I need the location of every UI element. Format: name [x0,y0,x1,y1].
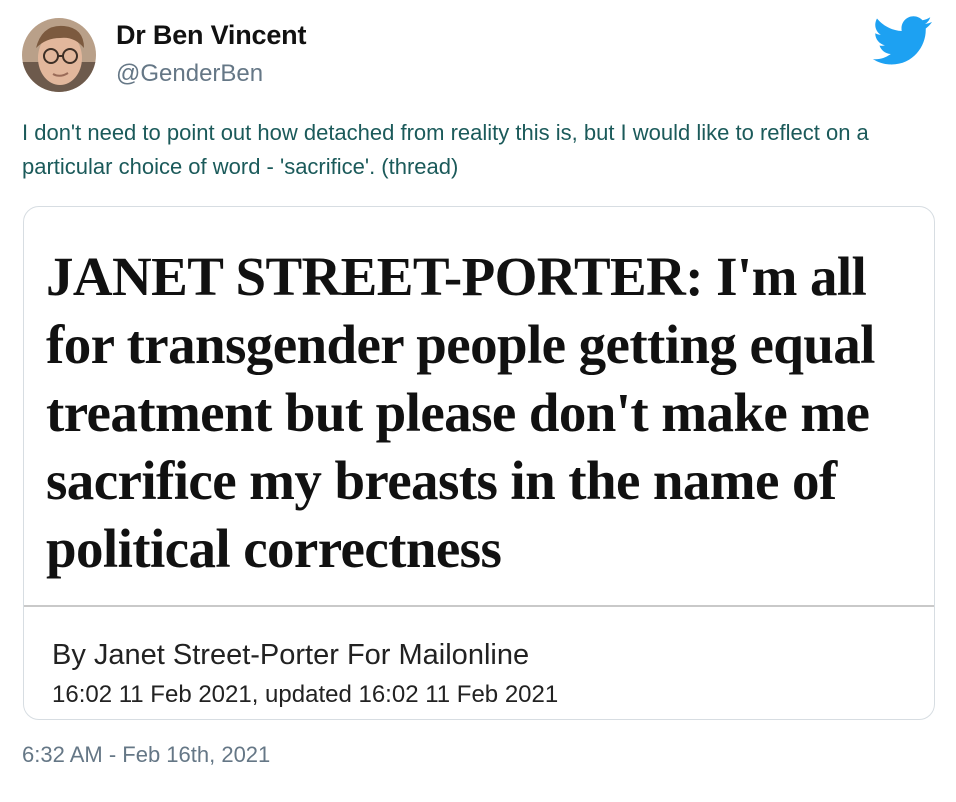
author-handle[interactable]: @GenderBen [116,60,263,88]
card-byline: By Janet Street-Porter For Mailonline [52,639,530,671]
avatar-image [22,18,96,92]
card-dateline: 16:02 11 Feb 2021, updated 16:02 11 Feb … [52,681,559,708]
tweet-text: I don't need to point out how detached f… [22,120,869,179]
card-headline: JANET STREET-PORTER: I'm all for transge… [46,246,875,579]
avatar[interactable] [22,18,96,92]
author-name[interactable]: Dr Ben Vincent [116,20,306,51]
card-divider [24,605,934,607]
tweet-timestamp[interactable]: 6:32 AM - Feb 16th, 2021 [22,742,270,768]
link-card[interactable]: JANET STREET-PORTER: I'm all for transge… [23,206,935,720]
twitter-bird-icon[interactable] [872,16,934,66]
